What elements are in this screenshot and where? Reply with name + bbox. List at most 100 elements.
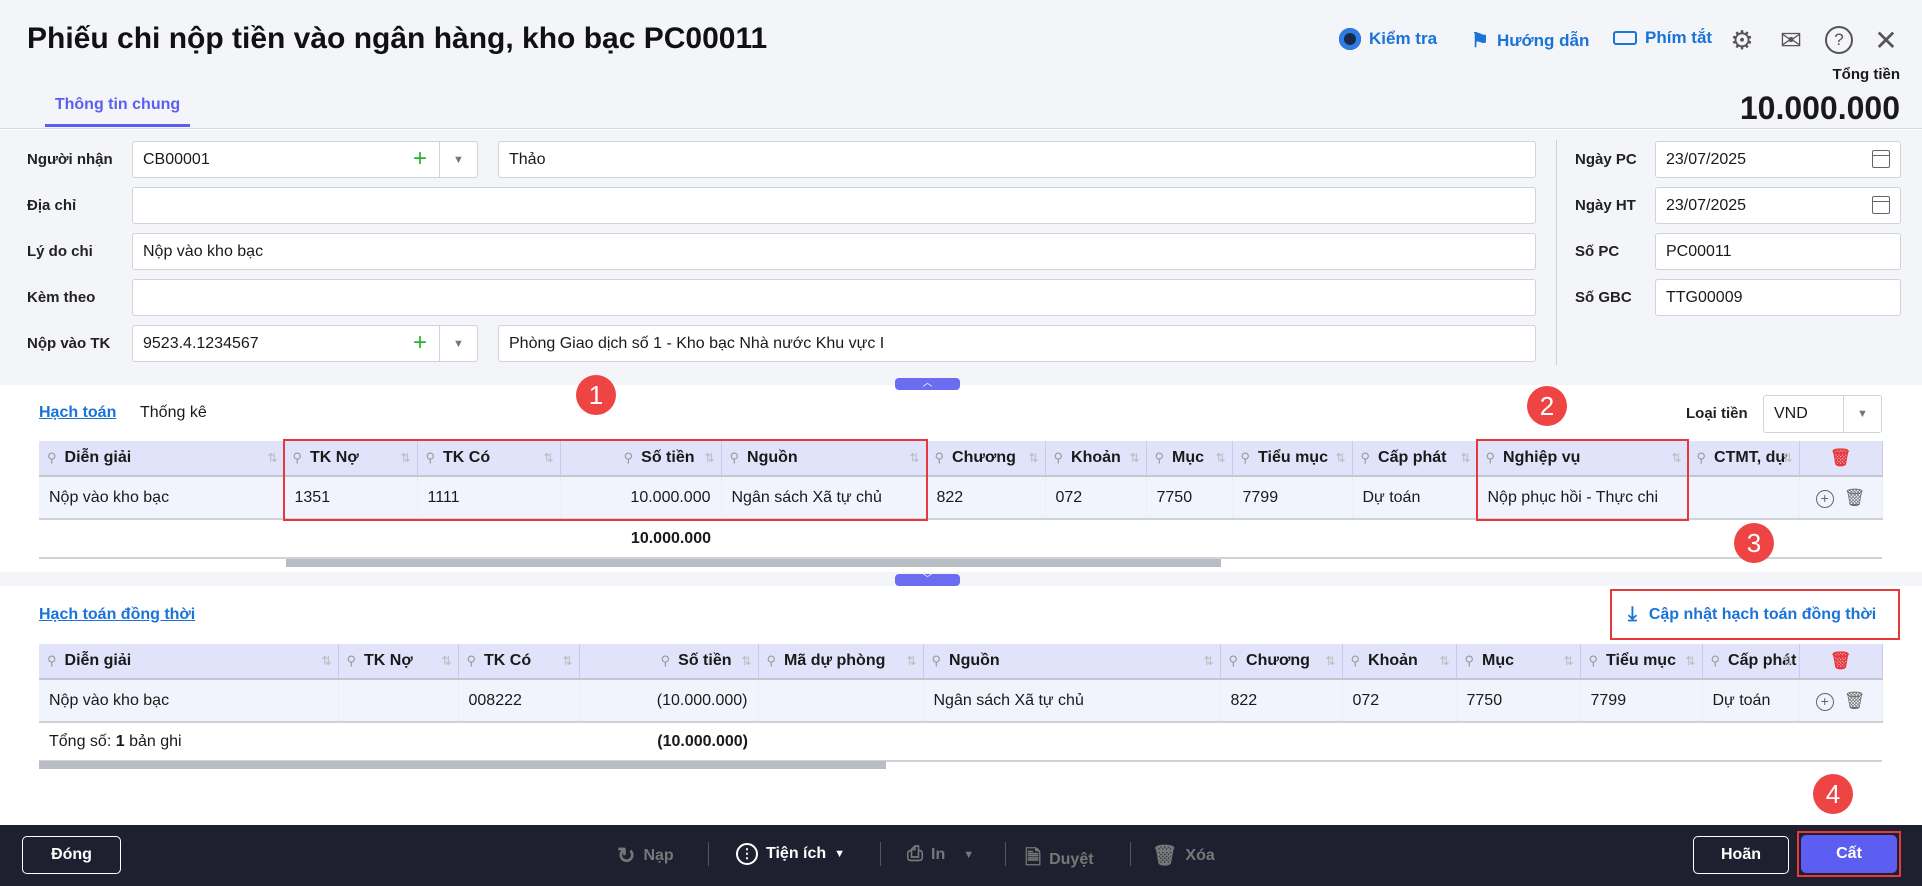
pin-icon[interactable]: ⚲ bbox=[1241, 450, 1251, 465]
calendar-icon[interactable] bbox=[1872, 196, 1890, 214]
column-header[interactable]: ⚲ Khoản ⇅ bbox=[1342, 644, 1457, 680]
pin-icon[interactable]: ⚲ bbox=[932, 653, 942, 668]
pin-icon[interactable]: ⚲ bbox=[1465, 653, 1475, 668]
save-button[interactable]: Cất bbox=[1801, 835, 1897, 873]
guide-button[interactable]: ⚑ Hướng dẫn bbox=[1471, 28, 1589, 53]
table-cell[interactable]: 7750 bbox=[1456, 679, 1581, 723]
pin-icon[interactable]: ⚲ bbox=[767, 653, 777, 668]
table-cell[interactable]: 072 bbox=[1045, 476, 1147, 520]
credit-note-input[interactable]: TTG00009 bbox=[1655, 279, 1901, 316]
table-cell[interactable]: 7750 bbox=[1146, 476, 1233, 520]
pin-icon[interactable]: ⚲ bbox=[47, 450, 57, 465]
delete-button[interactable]: 🗑 Xóa bbox=[1152, 843, 1215, 868]
pin-icon[interactable]: ⚲ bbox=[1229, 653, 1239, 668]
column-header[interactable]: ⚲ Diễn giải ⇅ bbox=[39, 441, 285, 477]
column-header[interactable]: ⚲ Mục ⇅ bbox=[1456, 644, 1581, 680]
table-cell[interactable] bbox=[758, 679, 924, 723]
column-header[interactable]: ⚲ TK Nợ ⇅ bbox=[338, 644, 459, 680]
voucher-date-input[interactable]: 23/07/2025 bbox=[1655, 141, 1901, 178]
table-cell[interactable]: Dự toán bbox=[1352, 476, 1478, 520]
sort-icon[interactable]: ⇅ bbox=[1215, 451, 1225, 465]
plus-icon[interactable]: + bbox=[413, 329, 427, 357]
bank-name-input[interactable]: Phòng Giao dịch số 1 - Kho bạc Nhà nước … bbox=[498, 325, 1536, 362]
add-row-icon[interactable]: + bbox=[1815, 692, 1834, 711]
table-cell[interactable]: Nộp vào kho bạc bbox=[39, 679, 339, 723]
sort-icon[interactable]: ⇅ bbox=[906, 654, 916, 668]
column-header[interactable]: ⚲ Mục ⇅ bbox=[1146, 441, 1233, 477]
gear-icon[interactable]: ⚙ bbox=[1728, 25, 1756, 55]
print-button[interactable]: ⎙ In ▼ bbox=[907, 843, 974, 866]
table-cell[interactable]: Dự toán bbox=[1702, 679, 1800, 723]
posting-date-input[interactable]: 23/07/2025 bbox=[1655, 187, 1901, 224]
column-header[interactable]: ⚲ Diễn giải ⇅ bbox=[39, 644, 339, 680]
calendar-icon[interactable] bbox=[1872, 150, 1890, 168]
close-icon[interactable]: ✕ bbox=[1872, 25, 1900, 56]
close-button[interactable]: Đóng bbox=[22, 836, 121, 874]
pin-icon[interactable]: ⚲ bbox=[467, 653, 477, 668]
tab-general-info[interactable]: Thông tin chung bbox=[45, 96, 190, 127]
column-header[interactable]: ⚲ Chương ⇅ bbox=[926, 441, 1046, 477]
sort-icon[interactable]: ⇅ bbox=[1460, 451, 1470, 465]
trash-icon[interactable]: 🗑 bbox=[1844, 488, 1866, 507]
table-cell[interactable]: 7799 bbox=[1580, 679, 1703, 723]
chevron-down-icon[interactable]: ▼ bbox=[1843, 396, 1881, 432]
plus-icon[interactable]: + bbox=[413, 145, 427, 173]
sort-icon[interactable]: ⇅ bbox=[1563, 654, 1573, 668]
pin-icon[interactable]: ⚲ bbox=[1361, 450, 1371, 465]
table-cell[interactable]: 008222 bbox=[458, 679, 580, 723]
pin-icon[interactable]: ⚲ bbox=[47, 653, 57, 668]
sort-icon[interactable]: ⇅ bbox=[1335, 451, 1345, 465]
trash-icon[interactable]: 🗑 bbox=[1844, 691, 1866, 710]
sort-icon[interactable]: ⇅ bbox=[1028, 451, 1038, 465]
reload-button[interactable]: ↻ Nạp bbox=[617, 843, 674, 869]
sort-icon[interactable]: ⇅ bbox=[1782, 654, 1792, 668]
column-header[interactable]: ⚲ TK Có ⇅ bbox=[458, 644, 580, 680]
shortcuts-button[interactable]: Phím tắt bbox=[1613, 28, 1712, 48]
table-cell[interactable] bbox=[1688, 476, 1800, 520]
horizontal-scrollbar[interactable] bbox=[39, 761, 886, 769]
utilities-button[interactable]: ⋮ Tiện ích ▼ bbox=[736, 843, 845, 865]
address-input[interactable] bbox=[132, 187, 1536, 224]
reason-input[interactable]: Nộp vào kho bạc bbox=[132, 233, 1536, 270]
currency-select[interactable]: VND ▼ bbox=[1763, 395, 1882, 433]
mail-forward-icon[interactable]: ✉ bbox=[1777, 25, 1805, 55]
table-cell[interactable]: Ngân sách Xã tự chủ bbox=[923, 679, 1221, 723]
voucher-number-input[interactable]: PC00011 bbox=[1655, 233, 1901, 270]
sort-icon[interactable]: ⇅ bbox=[562, 654, 572, 668]
concurrent-accounting-title[interactable]: Hạch toán đồng thời bbox=[39, 606, 195, 624]
sort-icon[interactable]: ⇅ bbox=[1685, 654, 1695, 668]
column-header[interactable]: ⚲ Cấp phát ⇅ bbox=[1352, 441, 1478, 477]
column-header[interactable]: ⚲ Chương ⇅ bbox=[1220, 644, 1343, 680]
table-row[interactable]: Nộp vào kho bạc 008222 (10.000.000) Ngân sá… bbox=[39, 679, 1883, 723]
sort-icon[interactable]: ⇅ bbox=[1325, 654, 1335, 668]
attachments-input[interactable] bbox=[132, 279, 1536, 316]
column-header[interactable]: ⚲ Khoản ⇅ bbox=[1045, 441, 1147, 477]
pin-icon[interactable]: ⚲ bbox=[347, 653, 357, 668]
help-icon[interactable]: ? bbox=[1825, 26, 1853, 54]
column-header[interactable]: ⚲ Tiểu mục ⇅ bbox=[1232, 441, 1353, 477]
table-cell[interactable]: Nộp vào kho bạc bbox=[39, 476, 285, 520]
recipient-code-input[interactable]: CB00001 + ▼ bbox=[132, 141, 478, 178]
check-button[interactable]: Kiểm tra bbox=[1339, 28, 1437, 50]
tab-accounting[interactable]: Hạch toán bbox=[39, 404, 116, 422]
sort-icon[interactable]: ⇅ bbox=[1782, 451, 1792, 465]
sort-icon[interactable]: ⇅ bbox=[1203, 654, 1213, 668]
sort-icon[interactable]: ⇅ bbox=[321, 654, 331, 668]
chevron-down-icon[interactable]: ▼ bbox=[439, 142, 477, 177]
pin-icon[interactable]: ⚲ bbox=[661, 653, 671, 668]
sort-icon[interactable]: ⇅ bbox=[741, 654, 751, 668]
delete-all-icon[interactable]: 🗑 bbox=[1830, 651, 1852, 670]
table-cell[interactable]: (10.000.000) bbox=[579, 679, 759, 723]
approve-button[interactable]: 🗎 Duyệt bbox=[1025, 843, 1094, 877]
column-header[interactable]: ⚲ Số tiền ⇅ bbox=[579, 644, 759, 680]
pin-icon[interactable]: ⚲ bbox=[1697, 450, 1707, 465]
expand-button[interactable]: ﹀ bbox=[895, 574, 960, 586]
pin-icon[interactable]: ⚲ bbox=[1351, 653, 1361, 668]
update-concurrent-button[interactable]: ⤓ Cập nhật hạch toán đồng thời bbox=[1628, 603, 1876, 626]
collapse-form-button[interactable]: ︿ bbox=[895, 378, 960, 390]
horizontal-scrollbar[interactable] bbox=[286, 559, 1221, 567]
pin-icon[interactable]: ⚲ bbox=[1155, 450, 1165, 465]
table-cell[interactable]: 072 bbox=[1342, 679, 1457, 723]
delete-all-icon[interactable]: 🗑 bbox=[1830, 448, 1852, 467]
column-header[interactable]: ⚲ Tiểu mục ⇅ bbox=[1580, 644, 1703, 680]
